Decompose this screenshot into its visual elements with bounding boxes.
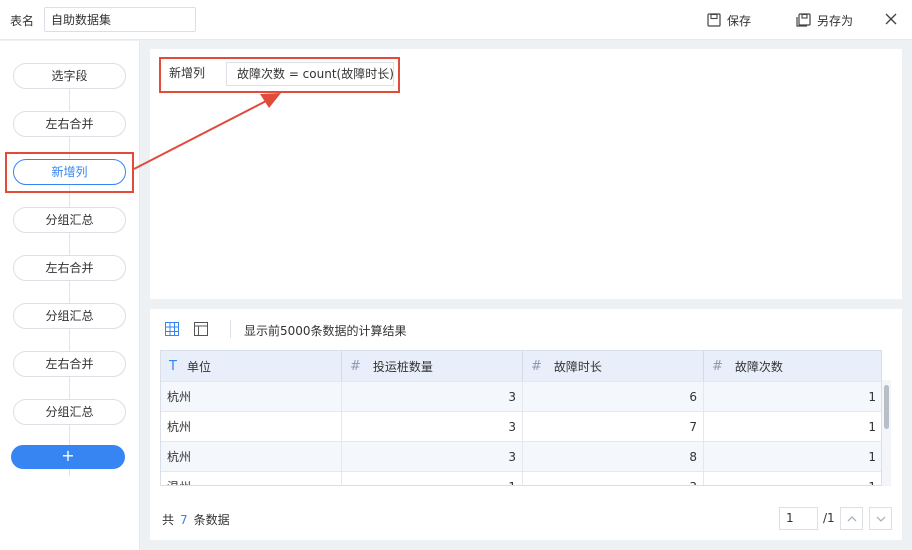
step-group-summary-2[interactable]: 分组汇总 — [13, 303, 126, 329]
step-add-column[interactable]: 新增列 — [13, 159, 126, 185]
column-header[interactable]: # 投运桩数量 — [342, 351, 523, 381]
toolbar-divider — [230, 320, 231, 338]
save-label: 保存 — [727, 13, 752, 28]
table-row[interactable]: 温州 1 3 1 — [161, 471, 881, 486]
number-type-icon: # — [712, 358, 723, 374]
column-header[interactable]: # 故障次数 — [704, 351, 881, 381]
table-row[interactable]: 杭州 3 8 1 — [161, 441, 881, 471]
step-sidebar: 选字段 左右合并 新增列 分组汇总 左右合并 分组汇总 左右合并 分组汇总 + — [0, 41, 140, 550]
table-cell: 杭州 — [161, 412, 342, 441]
data-table: T 单位 # 投运桩数量 # 故障时长 # 故障次数 杭州 3 6 1 杭州 3 7 1… — [160, 350, 882, 486]
table-cell: 8 — [523, 442, 704, 471]
save-button[interactable]: 保存 — [707, 11, 751, 29]
row-count-prefix: 共 — [162, 513, 175, 527]
table-cell: 3 — [523, 472, 704, 485]
table-cell: 6 — [523, 382, 704, 411]
layout-icon[interactable] — [194, 322, 208, 336]
save-as-button[interactable]: 另存为 — [796, 11, 853, 29]
step-select-fields[interactable]: 选字段 — [13, 63, 126, 89]
table-row[interactable]: 杭州 3 6 1 — [161, 381, 881, 411]
text-type-icon: T — [169, 358, 177, 374]
table-cell: 杭州 — [161, 442, 342, 471]
table-cell: 3 — [342, 412, 523, 441]
formula-label: 新增列 — [169, 66, 206, 80]
step-group-summary-3[interactable]: 分组汇总 — [13, 399, 126, 425]
column-name: 投运桩数量 — [372, 359, 433, 374]
table-cell: 1 — [704, 412, 881, 441]
page-total: /1 — [823, 511, 835, 525]
table-cell: 温州 — [161, 472, 342, 485]
save-icon — [707, 13, 721, 27]
next-page-button[interactable] — [869, 507, 892, 530]
number-type-icon: # — [531, 358, 542, 374]
table-cell: 1 — [704, 382, 881, 411]
prev-page-button[interactable] — [840, 507, 863, 530]
table-name-input[interactable] — [44, 7, 196, 32]
table-name-label: 表名 — [10, 14, 35, 28]
top-bar: 表名 保存 另存为 — [0, 0, 912, 40]
table-row[interactable]: 杭州 3 7 1 — [161, 411, 881, 441]
grid-icon[interactable] — [165, 322, 179, 336]
table-scrollbar-thumb[interactable] — [884, 385, 889, 429]
save-as-label: 另存为 — [817, 13, 854, 28]
step-merge-1[interactable]: 左右合并 — [13, 111, 126, 137]
table-cell: 3 — [342, 442, 523, 471]
table-cell: 7 — [523, 412, 704, 441]
column-name: 故障时长 — [553, 359, 602, 374]
number-type-icon: # — [350, 358, 361, 374]
table-cell: 1 — [704, 442, 881, 471]
row-count-number: 7 — [180, 513, 188, 527]
column-name: 故障次数 — [734, 359, 783, 374]
preview-hint: 显示前5000条数据的计算结果 — [244, 324, 407, 338]
table-header: T 单位 # 投运桩数量 # 故障时长 # 故障次数 — [161, 351, 881, 381]
column-header[interactable]: # 故障时长 — [523, 351, 704, 381]
step-merge-2[interactable]: 左右合并 — [13, 255, 126, 281]
close-icon[interactable] — [884, 12, 898, 26]
column-header[interactable]: T 单位 — [161, 351, 342, 381]
add-step-button[interactable]: + — [11, 445, 125, 469]
row-count-suffix: 条数据 — [193, 513, 230, 527]
page-number-input[interactable]: 1 — [779, 507, 818, 530]
table-cell: 1 — [704, 472, 881, 486]
step-group-summary-1[interactable]: 分组汇总 — [13, 207, 126, 233]
table-cell: 杭州 — [161, 382, 342, 411]
save-as-icon — [796, 13, 811, 27]
column-name: 单位 — [186, 359, 211, 374]
step-merge-3[interactable]: 左右合并 — [13, 351, 126, 377]
table-cell: 3 — [342, 382, 523, 411]
chevron-down-icon — [876, 516, 885, 522]
chevron-up-icon — [847, 516, 856, 522]
row-count: 共 7 条数据 — [162, 511, 230, 528]
table-cell: 1 — [342, 472, 523, 485]
formula-field[interactable]: 故障次数 = count(故障时长) — [226, 62, 394, 86]
